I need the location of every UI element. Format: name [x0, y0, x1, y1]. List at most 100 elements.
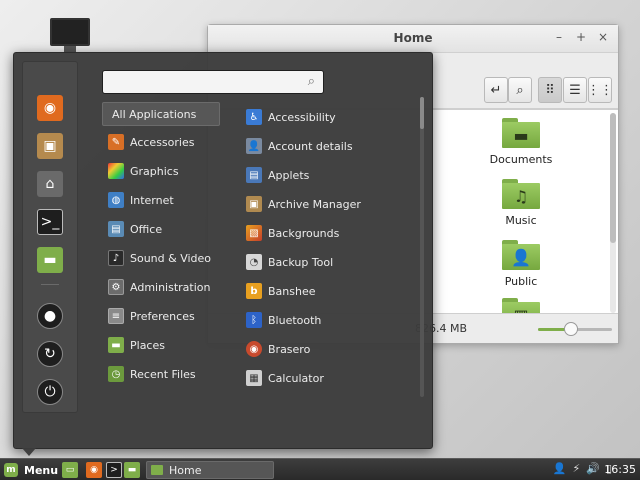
terminal-icon[interactable]: >_: [37, 209, 63, 235]
menu-pointer: [22, 448, 36, 456]
window-titlebar[interactable]: Home – + ×: [208, 25, 618, 53]
folder-icon: [151, 465, 163, 475]
category-places[interactable]: ▬ Places: [102, 333, 220, 357]
minimize-button[interactable]: –: [552, 30, 566, 44]
app-bluetooth[interactable]: ᛒ Bluetooth: [242, 308, 412, 332]
brasero-icon: ◉: [246, 341, 262, 357]
network-icon[interactable]: ⚡: [573, 462, 581, 475]
app-label: Banshee: [268, 284, 316, 298]
file-view-scrollbar[interactable]: [610, 113, 616, 313]
go-back-icon[interactable]: ↵: [484, 77, 508, 103]
search-icon[interactable]: ⌕: [508, 77, 532, 103]
category-internet[interactable]: ◍ Internet: [102, 188, 220, 212]
category-preferences[interactable]: ≡ Preferences: [102, 304, 220, 328]
taskbar-window-home[interactable]: Home: [146, 461, 274, 479]
app-backup-tool[interactable]: ◔ Backup Tool: [242, 250, 412, 274]
taskbar-window-label: Home: [169, 463, 202, 477]
desktop-computer-icon[interactable]: [50, 18, 90, 52]
maximize-button[interactable]: +: [574, 30, 588, 44]
app-label: Accessibility: [268, 110, 336, 124]
search-box: ⌕: [102, 70, 324, 94]
folder-documents[interactable]: ▬ Documents: [481, 118, 561, 166]
public-folder-icon: 👤: [502, 240, 540, 270]
package-icon[interactable]: ▣: [37, 133, 63, 159]
logout-icon[interactable]: ↻: [37, 341, 63, 367]
category-label: Accessories: [130, 135, 195, 149]
recent-files-icon: ◷: [108, 366, 124, 382]
home-settings-icon[interactable]: ⌂: [37, 171, 63, 197]
app-backgrounds[interactable]: ▧ Backgrounds: [242, 221, 412, 245]
backup-tool-icon: ◔: [246, 254, 262, 270]
internet-icon: ◍: [108, 192, 124, 208]
category-label: Preferences: [130, 309, 195, 323]
lock-icon[interactable]: ●: [37, 303, 63, 329]
category-sound-video[interactable]: ♪ Sound & Video: [102, 246, 220, 270]
favorites-separator: [41, 284, 59, 285]
places-icon: ▬: [108, 337, 124, 353]
category-office[interactable]: ▤ Office: [102, 217, 220, 241]
sound-video-icon: ♪: [108, 250, 124, 266]
application-list-scrollbar[interactable]: [420, 97, 424, 397]
app-label: Applets: [268, 168, 310, 182]
folder-music[interactable]: ♫ Music: [481, 179, 561, 227]
app-accessibility[interactable]: ♿ Accessibility: [242, 105, 412, 129]
category-all-applications[interactable]: All Applications: [102, 102, 220, 126]
menu-button[interactable]: m Menu: [2, 461, 58, 479]
backgrounds-icon: ▧: [246, 225, 262, 241]
close-button[interactable]: ×: [596, 30, 610, 44]
app-label: Brasero: [268, 342, 311, 356]
applications-menu: ◉ ▣ ⌂ >_ ▬ ● ↻ ⏻ ⌕ All Applications ✎ Ac…: [13, 52, 433, 449]
category-label: Places: [130, 338, 165, 352]
category-recent-files[interactable]: ◷ Recent Files: [102, 362, 220, 386]
app-brasero[interactable]: ◉ Brasero: [242, 337, 412, 361]
folder-label: Public: [504, 275, 538, 288]
category-graphics[interactable]: Graphics: [102, 159, 220, 183]
clock[interactable]: 16:35: [604, 463, 636, 476]
preferences-icon: ≡: [108, 308, 124, 324]
list-view-icon[interactable]: ☰: [563, 77, 587, 103]
files-icon[interactable]: ▬: [124, 462, 140, 478]
compact-view-icon[interactable]: ⋮⋮: [587, 77, 613, 103]
app-account-details[interactable]: 👤 Account details: [242, 134, 412, 158]
system-tray: 👤 ⚡ 🔊 ▯: [553, 462, 612, 475]
zoom-slider-handle[interactable]: [564, 322, 579, 336]
folder-icon[interactable]: ▬: [37, 247, 63, 273]
account-details-icon: 👤: [246, 138, 262, 154]
category-label: Office: [130, 222, 163, 236]
category-label: Sound & Video: [130, 251, 212, 265]
applets-icon: ▤: [246, 167, 262, 183]
volume-icon[interactable]: 🔊: [586, 462, 600, 475]
category-label: Recent Files: [130, 367, 196, 381]
category-administration[interactable]: ⚙ Administration: [102, 275, 220, 299]
archive-manager-icon: ▣: [246, 196, 262, 212]
app-label: Backgrounds: [268, 226, 340, 240]
administration-icon: ⚙: [108, 279, 124, 295]
app-applets[interactable]: ▤ Applets: [242, 163, 412, 187]
folder-icon: ▬: [502, 118, 540, 148]
folder-public[interactable]: 👤 Public: [481, 240, 561, 288]
firefox-icon[interactable]: ◉: [86, 462, 102, 478]
app-label: Account details: [268, 139, 353, 153]
accessibility-icon: ♿: [246, 109, 262, 125]
computer-icon: [50, 18, 90, 46]
category-label: All Applications: [112, 107, 197, 121]
search-input[interactable]: [103, 71, 297, 93]
power-icon[interactable]: ⏻: [37, 379, 63, 405]
folder-label: Music: [505, 214, 537, 227]
show-desktop-icon[interactable]: ▭: [62, 462, 78, 478]
terminal-icon[interactable]: >: [106, 462, 122, 478]
app-banshee[interactable]: b Banshee: [242, 279, 412, 303]
app-label: Calculator: [268, 371, 324, 385]
folder-label: Documents: [489, 153, 553, 166]
category-accessories[interactable]: ✎ Accessories: [102, 130, 220, 154]
app-calculator[interactable]: ▦ Calculator: [242, 366, 412, 390]
app-archive-manager[interactable]: ▣ Archive Manager: [242, 192, 412, 216]
icon-view-icon[interactable]: ⠿: [538, 77, 562, 103]
user-icon[interactable]: 👤: [553, 462, 567, 475]
calculator-icon: ▦: [246, 370, 262, 386]
firefox-icon[interactable]: ◉: [37, 95, 63, 121]
category-label: Graphics: [130, 164, 179, 178]
bluetooth-icon: ᛒ: [246, 312, 262, 328]
taskbar: m Menu ▭ ◉ > ▬ Home 👤 ⚡ 🔊 ▯ 16:35: [0, 458, 640, 480]
graphics-icon: [108, 163, 124, 179]
